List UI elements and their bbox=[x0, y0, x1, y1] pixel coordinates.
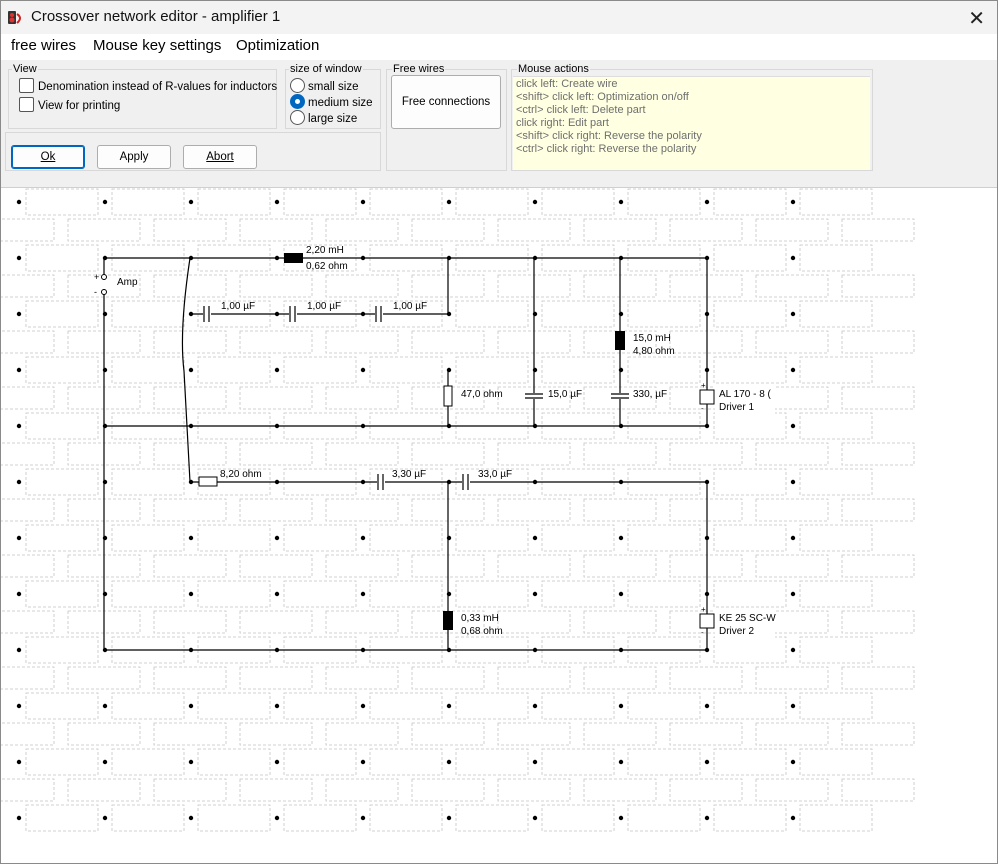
medium-size-radio[interactable]: medium size bbox=[290, 94, 373, 109]
grid-layer bbox=[1, 188, 915, 832]
medium-size-label: medium size bbox=[308, 97, 373, 109]
resistor-2-value: 8,20 ohm bbox=[220, 469, 262, 480]
capacitor-6-value: 3,30 µF bbox=[392, 469, 426, 480]
denomination-label: Denomination instead of R-values for ind… bbox=[38, 81, 278, 93]
capacitor-5-value: 330, µF bbox=[633, 389, 667, 400]
inductor-2-resistance: 4,80 ohm bbox=[633, 346, 675, 357]
radio-dot-selected[interactable] bbox=[290, 94, 305, 109]
capacitor-1[interactable] bbox=[203, 306, 211, 322]
mouse-action-line: <shift> click left: Optimization on/off bbox=[516, 91, 689, 103]
print-view-label: View for printing bbox=[38, 100, 121, 112]
window-title: Crossover network editor - amplifier 1 bbox=[31, 8, 281, 25]
free-wires-group-label: Free wires bbox=[392, 63, 446, 75]
mouse-action-line: click left: Create wire bbox=[516, 78, 618, 90]
capacitor-4-value: 15,0 µF bbox=[548, 389, 582, 400]
amp-plus-label: + bbox=[94, 272, 99, 282]
capacitor-7[interactable] bbox=[462, 474, 470, 490]
denomination-checkbox[interactable]: Denomination instead of R-values for ind… bbox=[19, 78, 277, 93]
capacitor-4[interactable] bbox=[525, 393, 543, 399]
mouse-actions-label: Mouse actions bbox=[517, 63, 590, 75]
capacitor-7-value: 33,0 µF bbox=[478, 469, 512, 480]
small-size-radio[interactable]: small size bbox=[290, 78, 358, 93]
driver-2-model: KE 25 SC-W bbox=[719, 613, 776, 624]
view-group-label: View bbox=[12, 63, 38, 75]
svg-text:+: + bbox=[701, 605, 706, 614]
mouse-action-line: <ctrl> click right: Reverse the polarity bbox=[516, 143, 697, 155]
capacitor-3[interactable] bbox=[375, 306, 383, 322]
capacitor-2-value: 1,00 µF bbox=[307, 301, 341, 312]
inductor-3-resistance: 0,68 ohm bbox=[461, 626, 503, 637]
title-bar: Crossover network editor - amplifier 1 ✕ bbox=[1, 1, 997, 34]
menu-mouse-key-settings[interactable]: Mouse key settings bbox=[93, 37, 221, 54]
mouse-action-line: click right: Edit part bbox=[516, 117, 609, 129]
small-size-label: small size bbox=[308, 81, 359, 93]
circuit-svg[interactable]: + - Amp 2,20 mH 0,62 ohm 1,00 µF 1,00 µF bbox=[1, 188, 997, 863]
app-icon bbox=[8, 11, 21, 24]
amp-source[interactable]: + - Amp bbox=[94, 272, 138, 297]
capacitor-1-value: 1,00 µF bbox=[221, 301, 255, 312]
settings-panel: View Denomination instead of R-values fo… bbox=[1, 60, 997, 188]
capacitor-5[interactable] bbox=[611, 393, 629, 399]
close-icon[interactable]: ✕ bbox=[968, 6, 985, 31]
svg-text:+: + bbox=[701, 381, 706, 390]
mouse-action-line: <shift> click right: Reverse the polarit… bbox=[516, 130, 702, 142]
driver-1-label: Driver 1 bbox=[719, 402, 754, 413]
svg-text:-: - bbox=[701, 628, 704, 637]
print-view-checkbox[interactable]: View for printing bbox=[19, 97, 120, 112]
circuit-canvas[interactable]: + - Amp 2,20 mH 0,62 ohm 1,00 µF 1,00 µF bbox=[1, 188, 997, 863]
amp-minus-label: - bbox=[94, 287, 97, 297]
mouse-actions-list: click left: Create wire <shift> click le… bbox=[513, 76, 870, 170]
abort-button[interactable]: Abort bbox=[183, 145, 257, 169]
checkbox-box[interactable] bbox=[19, 97, 34, 112]
free-connections-button[interactable]: Free connections bbox=[391, 75, 501, 129]
radio-dot[interactable] bbox=[290, 78, 305, 93]
large-size-label: large size bbox=[308, 113, 358, 125]
amp-label: Amp bbox=[117, 277, 138, 288]
abort-label: Abort bbox=[206, 151, 234, 163]
radio-dot[interactable] bbox=[290, 110, 305, 125]
driver-1-model: AL 170 - 8 ( bbox=[719, 389, 772, 400]
capacitor-2[interactable] bbox=[289, 306, 297, 322]
apply-button[interactable]: Apply bbox=[97, 145, 171, 169]
ok-label: Ok bbox=[40, 151, 56, 163]
large-size-radio[interactable]: large size bbox=[290, 110, 357, 125]
capacitor-3-value: 1,00 µF bbox=[393, 301, 427, 312]
inductor-1-value: 2,20 mH bbox=[306, 245, 344, 256]
checkbox-box[interactable] bbox=[19, 78, 34, 93]
menu-bar: free wires Mouse key settings Optimizati… bbox=[1, 34, 997, 58]
ok-button[interactable]: Ok bbox=[11, 145, 85, 169]
size-group-label: size of window bbox=[289, 63, 363, 75]
driver-2[interactable]: + - KE 25 SC-W Driver 2 bbox=[699, 605, 776, 639]
driver-2-label: Driver 2 bbox=[719, 626, 754, 637]
mouse-action-line: <ctrl> click left: Delete part bbox=[516, 104, 646, 116]
svg-text:-: - bbox=[701, 404, 704, 413]
capacitor-6[interactable] bbox=[377, 474, 385, 490]
resistor-2[interactable]: 8,20 ohm bbox=[198, 469, 262, 487]
menu-optimization[interactable]: Optimization bbox=[236, 37, 319, 54]
resistor-1-value: 47,0 ohm bbox=[461, 389, 503, 400]
menu-free-wires[interactable]: free wires bbox=[11, 37, 76, 54]
driver-1[interactable]: + - AL 170 - 8 ( Driver 1 bbox=[699, 381, 775, 415]
grid-dots bbox=[16, 199, 796, 821]
resistor-1[interactable]: 47,0 ohm bbox=[443, 385, 503, 407]
wires[interactable] bbox=[103, 257, 708, 651]
inductor-1-resistance: 0,62 ohm bbox=[306, 261, 348, 272]
inductor-3-value: 0,33 mH bbox=[461, 613, 499, 624]
crossover-editor-window: Crossover network editor - amplifier 1 ✕… bbox=[0, 0, 998, 864]
inductor-2-value: 15,0 mH bbox=[633, 333, 671, 344]
